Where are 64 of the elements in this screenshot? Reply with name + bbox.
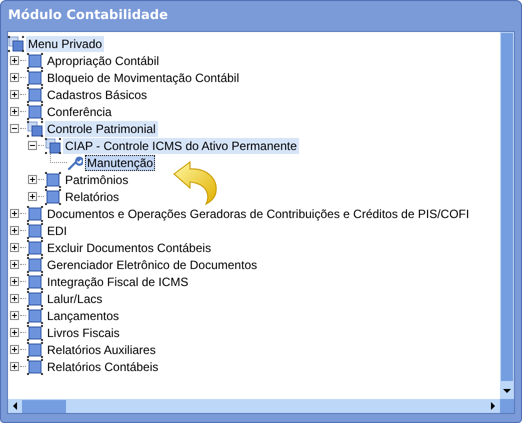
wrench-icon: [67, 154, 83, 170]
expand-toggle[interactable]: [10, 345, 19, 354]
square-icon: [27, 206, 43, 222]
tree-item[interactable]: Conferência: [45, 104, 114, 120]
square-icon: [27, 240, 43, 256]
tree-item[interactable]: Apropriação Contábil: [45, 52, 162, 68]
tree-item[interactable]: EDI: [45, 222, 70, 238]
tree-item[interactable]: Integração Fiscal de ICMS: [45, 274, 190, 290]
tree-item[interactable]: CIAP - Controle ICMS do Ativo Permanente: [63, 138, 299, 154]
square-icon: [27, 86, 43, 102]
expand-toggle[interactable]: [10, 277, 19, 286]
expand-toggle[interactable]: [10, 294, 19, 303]
tree-item[interactable]: Relatórios Auxiliares: [45, 342, 158, 358]
square-icon: [27, 290, 43, 306]
expand-toggle[interactable]: [10, 209, 19, 218]
expand-toggle[interactable]: [10, 56, 19, 65]
collapse-toggle[interactable]: [10, 124, 19, 133]
square-icon: [27, 342, 43, 358]
expand-toggle[interactable]: [28, 192, 37, 201]
square-icon: [45, 188, 61, 204]
expand-toggle[interactable]: [10, 107, 19, 116]
tree-item[interactable]: Lançamentos: [45, 308, 122, 324]
expand-toggle[interactable]: [10, 260, 19, 269]
square-icon: [27, 274, 43, 290]
expand-toggle[interactable]: [10, 362, 19, 371]
tree-item[interactable]: Patrimônios: [63, 172, 130, 188]
square-icon: [27, 324, 43, 340]
square-icon: [27, 104, 43, 120]
vertical-scrollbar[interactable]: [500, 32, 514, 399]
stacked-squares-icon: [45, 138, 61, 154]
stacked-squares-icon: [8, 36, 24, 52]
tree-item[interactable]: Relatórios: [63, 188, 122, 204]
expand-toggle[interactable]: [10, 73, 19, 82]
tree-item[interactable]: Relatórios Contábeis: [45, 358, 160, 374]
expand-toggle[interactable]: [10, 226, 19, 235]
tree-item[interactable]: Excluir Documentos Contábeis: [45, 240, 214, 256]
tree-item[interactable]: Livros Fiscais: [45, 324, 122, 340]
expand-toggle[interactable]: [10, 90, 19, 99]
scrollbar-corner: [500, 399, 514, 413]
square-icon: [27, 52, 43, 68]
square-icon: [27, 308, 43, 324]
horizontal-scrollbar[interactable]: [8, 399, 514, 413]
square-icon: [27, 70, 43, 86]
window-title: Módulo Contabilidade: [7, 7, 169, 25]
tree-item[interactable]: Documentos e Operações Geradoras de Contribuições e Créditos de PIS/COFI: [45, 206, 472, 222]
collapse-toggle[interactable]: [28, 141, 37, 150]
square-icon: [27, 256, 43, 272]
tree-item[interactable]: Lalur/Lacs: [45, 290, 104, 306]
square-icon: [27, 358, 43, 374]
square-icon: [45, 172, 61, 188]
square-icon: [27, 222, 43, 238]
tree-item[interactable]: Gerenciador Eletrônico de Documentos: [45, 256, 260, 272]
stacked-squares-icon: [27, 120, 43, 136]
tree-item[interactable]: Controle Patrimonial: [45, 120, 158, 136]
tree-item[interactable]: Bloqueio de Movimentação Contábil: [45, 70, 242, 86]
tree-item[interactable]: Cadastros Básicos: [45, 86, 150, 102]
tree-item[interactable]: Manutenção: [85, 154, 156, 170]
expand-toggle[interactable]: [10, 243, 19, 252]
tree-item[interactable]: Menu Privado: [26, 36, 104, 52]
scroll-thumb[interactable]: [501, 33, 513, 381]
expand-toggle[interactable]: [10, 328, 19, 337]
expand-toggle[interactable]: [10, 311, 19, 320]
expand-toggle[interactable]: [28, 175, 37, 184]
scroll-thumb[interactable]: [22, 400, 66, 412]
